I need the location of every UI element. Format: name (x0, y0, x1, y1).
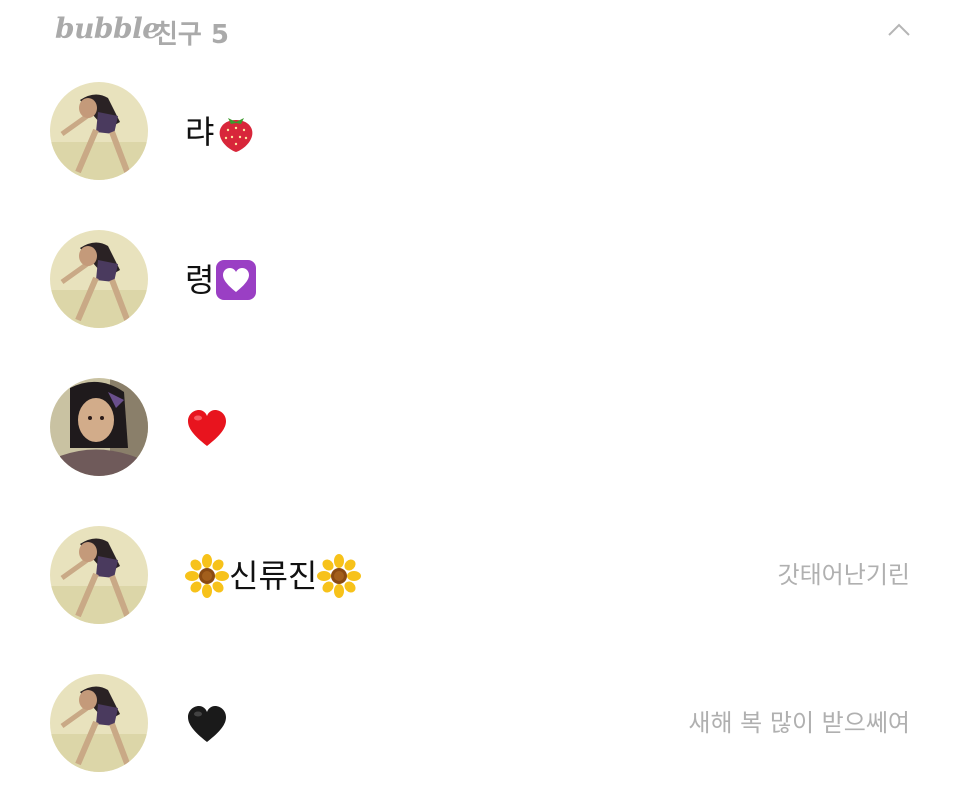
sunflower-icon (317, 554, 362, 598)
friends-count-title: 친구 5 (154, 20, 229, 50)
friend-name: 신류진 (185, 552, 362, 598)
avatar[interactable] (50, 674, 148, 772)
friend-row[interactable]: 신류진 갓태어난기린 (0, 504, 960, 624)
friend-status-message: 갓태어난기린 (777, 561, 910, 589)
friend-status-message: 새해 복 많이 받으쎄여 (688, 709, 910, 737)
avatar[interactable] (50, 378, 148, 476)
friend-row[interactable] (0, 356, 960, 476)
friend-name-text: 신류진 (229, 557, 318, 595)
sunflower-icon (185, 554, 229, 598)
friend-name-text: 랴 (185, 113, 215, 151)
friend-name: 령 (185, 256, 258, 302)
friend-name-text: 령 (185, 261, 215, 299)
brand-logo: bubble (55, 12, 160, 45)
strawberry-icon (214, 110, 258, 154)
black-heart-icon (185, 702, 229, 746)
friend-row[interactable]: 새해 복 많이 받으쎄여 (0, 652, 960, 772)
avatar[interactable] (50, 82, 148, 180)
red-heart-icon (185, 406, 229, 450)
purple-heart-icon (214, 258, 258, 302)
friend-name: 랴 (185, 108, 258, 154)
friend-name (185, 404, 229, 450)
chevron-up-icon[interactable] (884, 18, 914, 40)
avatar[interactable] (50, 526, 148, 624)
friend-row[interactable]: 령 (0, 208, 960, 328)
friends-section-header: bubble 친구 5 (0, 0, 960, 60)
friend-name (185, 700, 229, 746)
friend-row[interactable]: 랴 (0, 60, 960, 180)
avatar[interactable] (50, 230, 148, 328)
